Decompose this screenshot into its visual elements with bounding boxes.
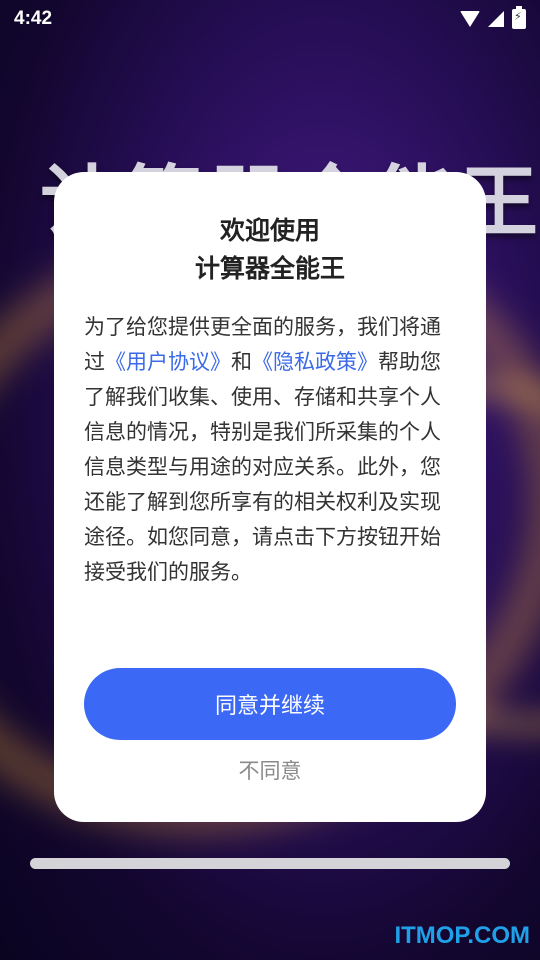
wifi-icon	[460, 11, 480, 27]
user-agreement-link[interactable]: 《用户协议》	[105, 350, 231, 374]
dialog-title-line2: 计算器全能王	[194, 254, 345, 283]
watermark: ITMOP.COM	[394, 922, 530, 949]
status-bar: 4:42	[0, 0, 540, 38]
privacy-policy-link[interactable]: 《隐私政策》	[252, 350, 378, 374]
battery-charging-icon	[512, 6, 526, 29]
dialog-title: 欢迎使用 计算器全能王	[84, 212, 456, 288]
agree-continue-button[interactable]: 同意并继续	[84, 668, 456, 740]
dialog-body: 为了给您提供更全面的服务，我们将通过《用户协议》和《隐私政策》帮助您了解我们收集…	[84, 310, 456, 590]
signal-icon	[488, 11, 504, 27]
status-time: 4:42	[14, 8, 53, 29]
body-text-and: 和	[231, 350, 252, 374]
dialog-title-line1: 欢迎使用	[219, 216, 320, 245]
status-icons	[460, 6, 526, 29]
privacy-consent-dialog: 欢迎使用 计算器全能王 为了给您提供更全面的服务，我们将通过《用户协议》和《隐私…	[54, 172, 486, 822]
home-indicator-bar[interactable]	[30, 858, 510, 869]
body-text-part2: 帮助您了解我们收集、使用、存储和共享个人信息的情况，特别是我们所采集的个人信息类…	[84, 350, 441, 584]
disagree-button[interactable]: 不同意	[84, 750, 456, 790]
